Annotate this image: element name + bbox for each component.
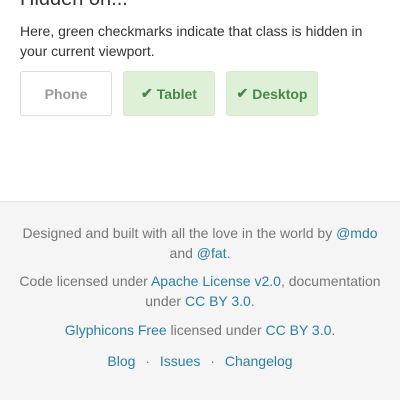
separator-dot: · <box>210 353 215 369</box>
apache-license-link[interactable]: Apache License v2.0 <box>151 273 281 289</box>
license-end: . <box>250 293 255 309</box>
separator-dot: · <box>145 353 151 369</box>
footer-credits: Designed and built with all the love in … <box>10 223 390 263</box>
footer: Designed and built with all the love in … <box>0 201 400 400</box>
phone-label: Phone <box>44 85 88 102</box>
footer-glyphicons: Glyphicons Free licensed under CC BY 3.0… <box>10 320 390 340</box>
credits-text: Designed and built with all the love in … <box>22 225 333 241</box>
blog-link[interactable]: Blog <box>107 353 135 369</box>
visibility-boxes: Phone ✔ Tablet ✔ Desktop <box>20 71 318 116</box>
section-description: Here, green checkmarks indicate that cla… <box>20 23 363 59</box>
tablet-box: ✔ Tablet <box>123 71 215 116</box>
footer-license: Code licensed under Apache License v2.0,… <box>10 271 390 311</box>
glyphicons-link[interactable]: Glyphicons Free <box>65 322 167 338</box>
credits-end: . <box>226 245 231 261</box>
glyphicons-cc-link[interactable]: CC BY 3.0 <box>266 322 332 338</box>
fat-link[interactable]: @fat <box>197 245 227 261</box>
changelog-link[interactable]: Changelog <box>225 353 293 369</box>
checkmark-icon: ✔ <box>141 85 153 101</box>
main-section: Hidden on... Here, green checkmarks indi… <box>0 0 400 200</box>
cc-by-link[interactable]: CC BY 3.0 <box>185 293 251 309</box>
glyphicons-text: licensed under <box>170 322 262 338</box>
tablet-label: Tablet <box>156 85 197 102</box>
issues-link[interactable]: Issues <box>160 353 200 369</box>
section-heading: Hidden on... <box>20 0 128 10</box>
desktop-label: Desktop <box>252 85 308 102</box>
phone-box: Phone <box>20 71 112 116</box>
credits-and: and <box>169 245 193 261</box>
glyphicons-end: . <box>331 322 336 338</box>
checkmark-icon: ✔ <box>236 85 249 101</box>
license-text: Code licensed under <box>19 273 148 289</box>
mdo-link[interactable]: @mdo <box>336 225 377 241</box>
desktop-box: ✔ Desktop <box>226 71 318 116</box>
footer-links: Blog · Issues · Changelog <box>10 351 390 371</box>
